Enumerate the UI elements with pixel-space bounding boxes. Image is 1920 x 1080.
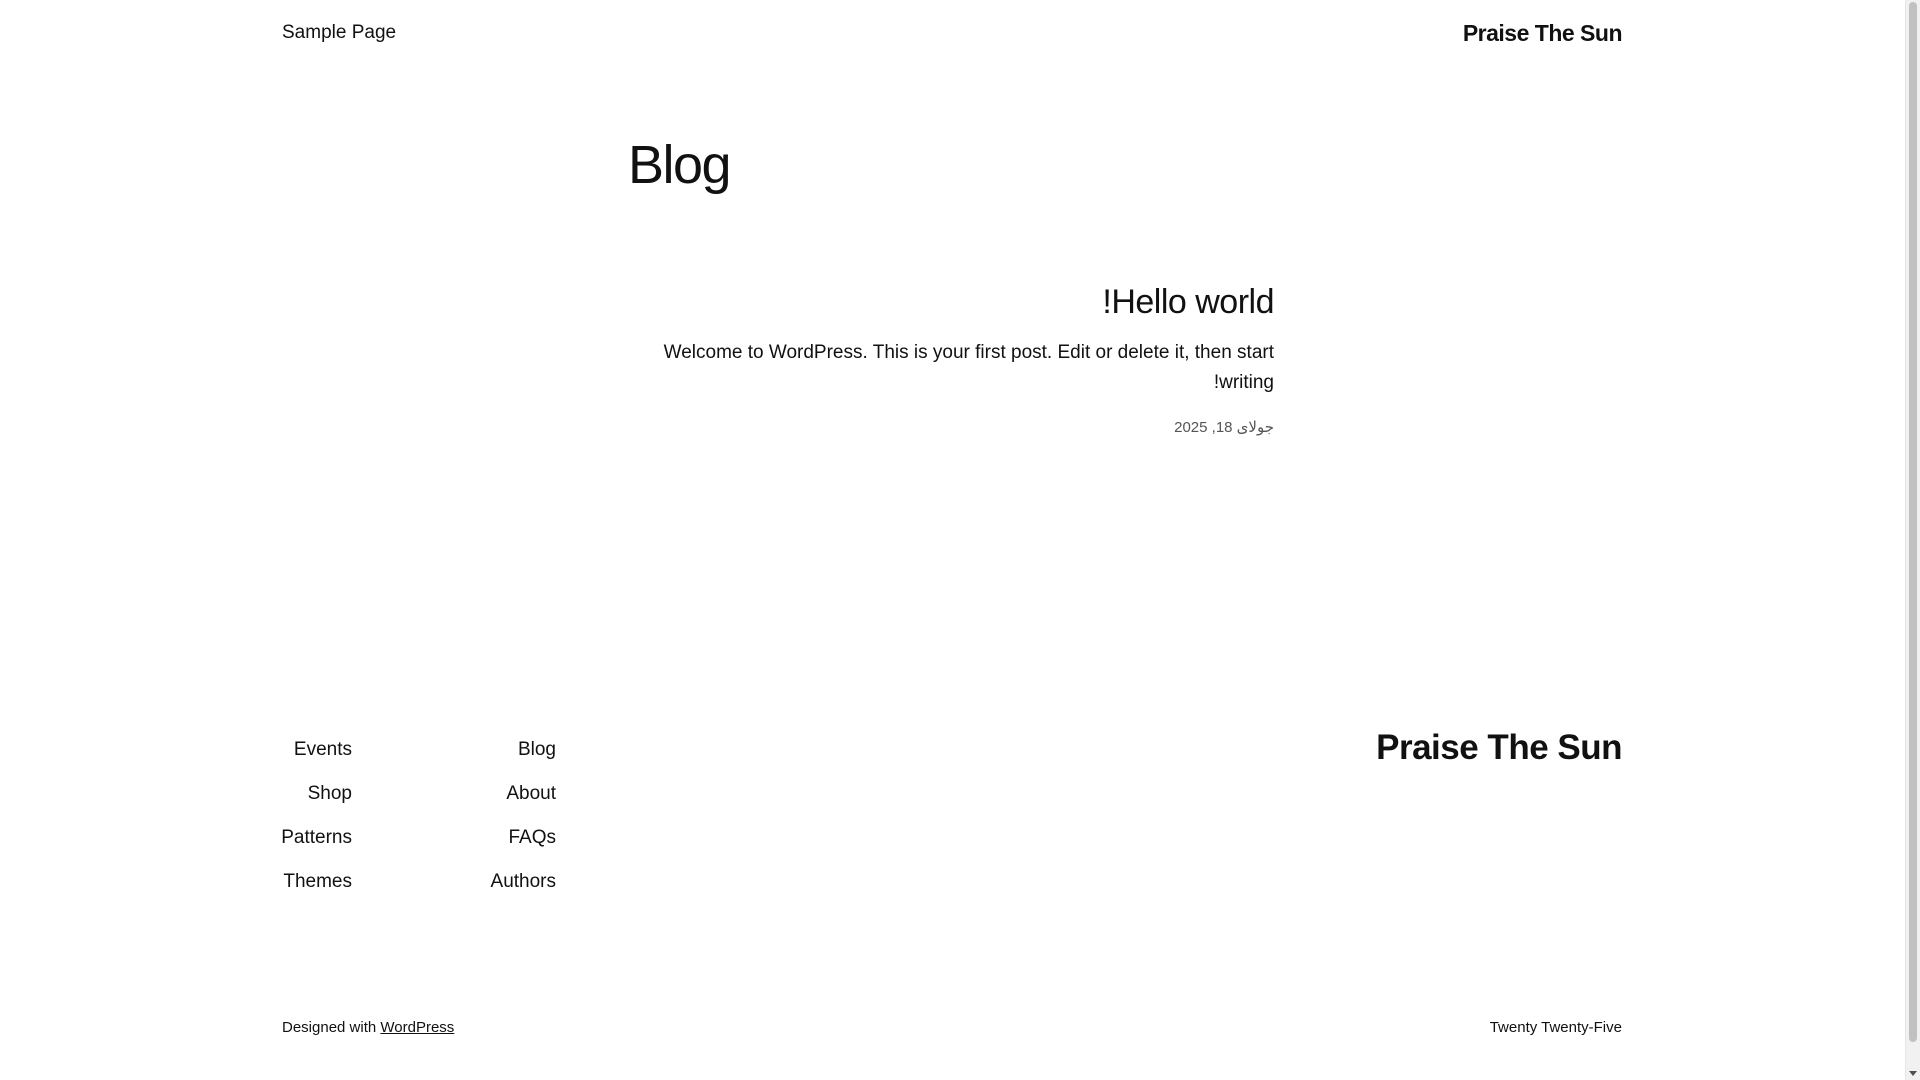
scroll-down-arrow-icon[interactable] bbox=[1909, 1071, 1917, 1076]
footer-nav-right: Blog About FAQs Authors bbox=[470, 728, 556, 904]
scrollbar-thumb[interactable] bbox=[1909, 2, 1917, 1042]
footer-link-shop[interactable]: Shop bbox=[308, 772, 352, 816]
footer-site-title[interactable]: Praise The Sun bbox=[1376, 728, 1622, 768]
credit-prefix: Designed with bbox=[282, 1019, 377, 1036]
footer-link-events[interactable]: Events bbox=[294, 728, 352, 772]
footer-link-patterns[interactable]: Patterns bbox=[281, 816, 352, 860]
footer-nav-left: Events Shop Patterns Themes bbox=[281, 728, 352, 904]
post-title-link[interactable]: Hello world! bbox=[628, 278, 1274, 326]
post-item: Hello world! Welcome to WordPress. This … bbox=[628, 278, 1275, 436]
page-title: Blog bbox=[628, 135, 732, 195]
footer-link-about[interactable]: About bbox=[506, 772, 556, 816]
post-excerpt: Welcome to WordPress. This is your first… bbox=[663, 342, 1274, 393]
footer-credit: Designed with WordPress bbox=[282, 1019, 454, 1036]
header-site-title[interactable]: Praise The Sun bbox=[1463, 20, 1623, 47]
wordpress-link[interactable]: WordPress bbox=[380, 1019, 454, 1036]
post-date[interactable]: جولای 18, 2025 bbox=[628, 418, 1274, 436]
theme-name: Twenty Twenty-Five bbox=[1489, 1019, 1622, 1036]
nav-link-sample-page[interactable]: Sample Page bbox=[282, 22, 396, 44]
vertical-scrollbar[interactable] bbox=[1905, 0, 1920, 1080]
page: Sample Page Praise The Sun Blog Hello wo… bbox=[0, 0, 1905, 1080]
footer-link-authors[interactable]: Authors bbox=[491, 860, 556, 904]
footer-link-themes[interactable]: Themes bbox=[283, 860, 352, 904]
footer-link-blog[interactable]: Blog bbox=[518, 728, 556, 772]
footer-link-faqs[interactable]: FAQs bbox=[508, 816, 556, 860]
